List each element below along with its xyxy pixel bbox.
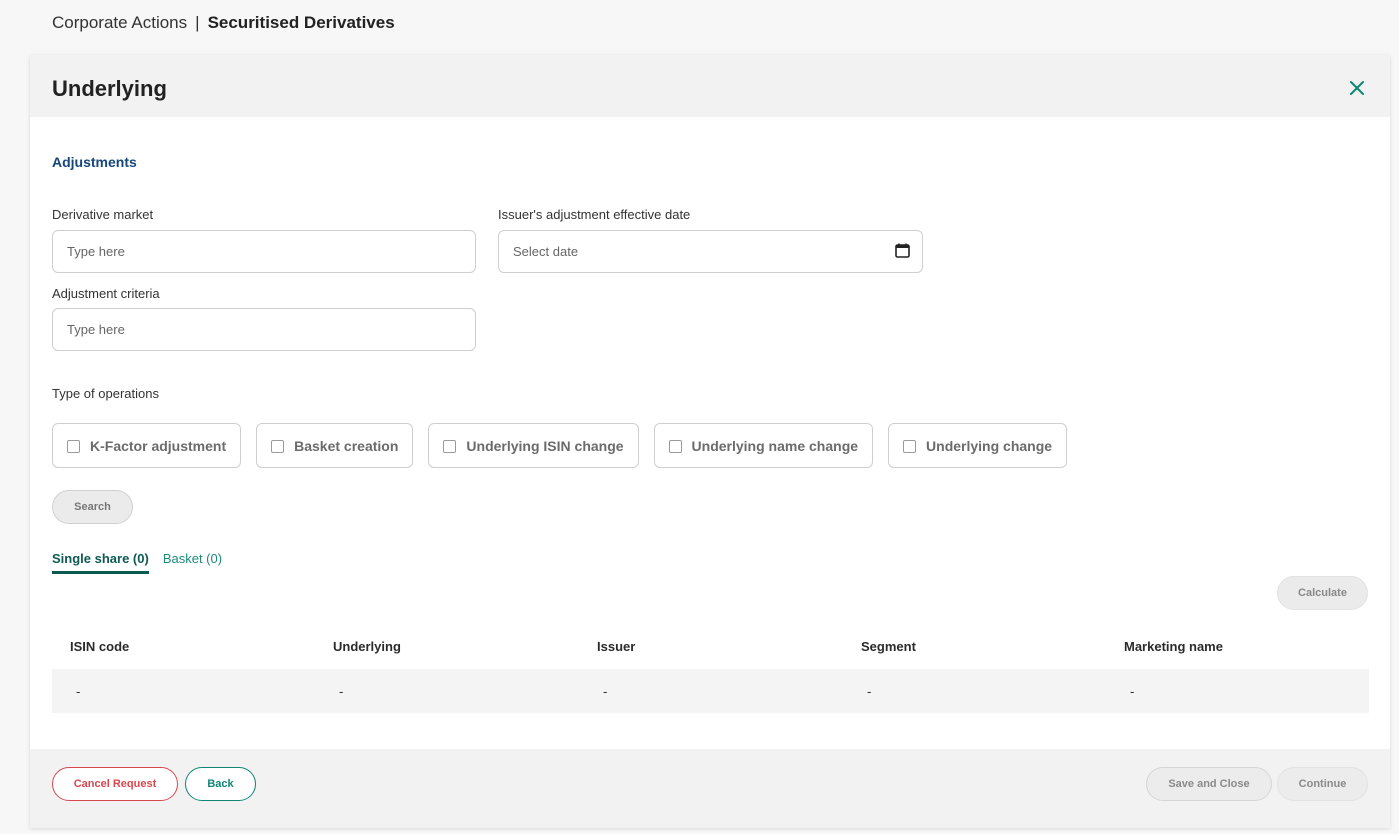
table-cell: - [76,683,81,699]
option-label: K-Factor adjustment [90,437,227,454]
option-underlying-change[interactable]: Underlying change [888,423,1068,468]
table-row: - - - - - [52,669,1369,713]
back-button[interactable]: Back [185,767,256,801]
checkbox[interactable] [443,440,457,453]
adjustment-criteria-input[interactable] [52,308,476,351]
effective-date-input[interactable] [498,230,923,273]
continue-button[interactable]: Continue [1277,767,1368,801]
cancel-request-button[interactable]: Cancel Request [52,767,178,801]
derivative-market-label: Derivative market [52,207,154,222]
option-k-factor-adjustment[interactable]: K-Factor adjustment [52,423,242,468]
column-header: Issuer [597,639,636,654]
breadcrumb-parent[interactable]: Corporate Actions [52,13,187,33]
option-label: Basket creation [294,437,399,454]
operations-label: Type of operations [52,386,159,401]
save-and-close-button[interactable]: Save and Close [1146,767,1272,801]
option-label: Underlying ISIN change [466,437,624,454]
checkbox[interactable] [903,440,917,453]
derivative-market-input[interactable] [52,230,476,273]
effective-date-label: Issuer's adjustment effective date [498,207,691,222]
modal-header: Underlying [30,55,1390,117]
breadcrumb-separator: | [195,13,200,32]
table-header: ISIN code Underlying Issuer Segment Mark… [52,624,1369,669]
modal-footer: Cancel Request Back Save and Close Conti… [30,749,1390,828]
modal-title: Underlying [52,76,167,101]
column-header: Underlying [333,639,401,654]
option-basket-creation[interactable]: Basket creation [256,423,414,468]
column-header: Marketing name [1124,639,1223,654]
effective-date-field [498,230,923,273]
result-tabs: Single share (0) Basket (0) [52,551,222,574]
breadcrumb: Corporate Actions | Securitised Derivati… [52,13,395,33]
checkbox[interactable] [668,440,682,453]
option-underlying-name-change[interactable]: Underlying name change [653,423,874,468]
column-header: ISIN code [70,639,130,654]
option-label: Underlying name change [691,437,859,454]
underlying-modal: Underlying Adjustments Derivative market… [30,55,1390,828]
column-header: Segment [861,639,916,654]
calculate-button[interactable]: Calculate [1277,576,1368,610]
tab-single-share[interactable]: Single share (0) [52,551,149,574]
operations-options: K-Factor adjustment Basket creation Unde… [52,423,1068,468]
option-label: Underlying change [926,437,1053,454]
calendar-icon[interactable] [895,243,910,258]
table-cell: - [603,683,608,699]
close-icon[interactable] [1348,79,1366,97]
table-cell: - [867,683,872,699]
checkbox[interactable] [67,440,80,453]
results-table: ISIN code Underlying Issuer Segment Mark… [52,624,1369,713]
adjustment-criteria-label: Adjustment criteria [52,286,160,301]
tab-basket[interactable]: Basket (0) [163,551,222,574]
section-title-adjustments: Adjustments [52,154,137,170]
breadcrumb-current: Securitised Derivatives [207,13,395,32]
checkbox[interactable] [271,440,285,453]
table-cell: - [1130,683,1135,699]
search-button[interactable]: Search [52,490,133,524]
table-cell: - [339,683,344,699]
option-underlying-isin-change[interactable]: Underlying ISIN change [428,423,639,468]
